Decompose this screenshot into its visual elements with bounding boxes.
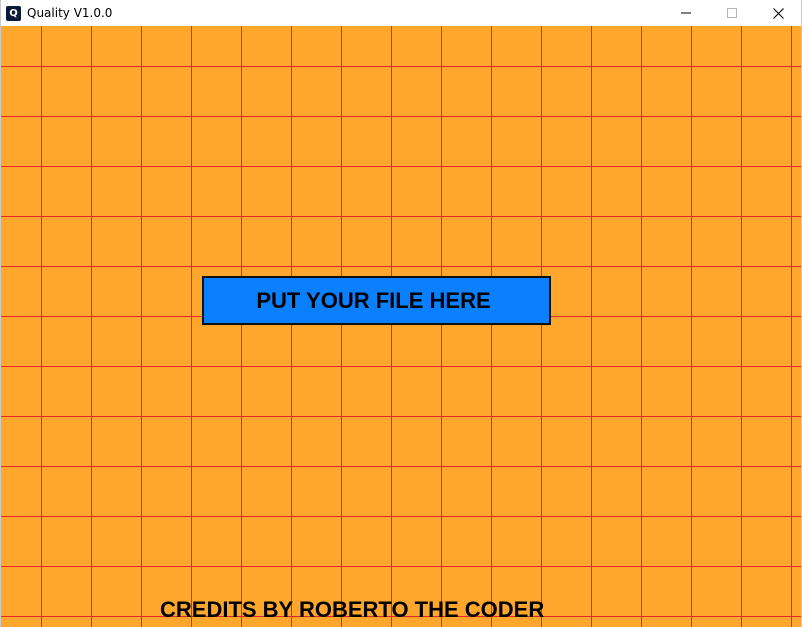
minimize-button[interactable] [663,0,709,26]
title-bar[interactable]: Q Quality V1.0.0 [1,0,801,26]
app-logo-icon: Q [6,5,21,21]
app-window: Q Quality V1.0.0 PUT YOUR FILE HERE CRED… [0,0,802,627]
window-controls [663,0,801,26]
close-button[interactable] [755,0,801,26]
grid-canvas: PUT YOUR FILE HERE CREDITS BY ROBERTO TH… [1,26,801,627]
file-drop-button-label: PUT YOUR FILE HERE [256,287,491,313]
minimize-icon [681,12,691,14]
file-drop-button[interactable]: PUT YOUR FILE HERE [202,276,551,325]
credits-text: CREDITS BY ROBERTO THE CODER [160,597,545,622]
maximize-button[interactable] [709,0,755,26]
maximize-icon [727,8,737,18]
close-icon [772,7,784,19]
window-title: Quality V1.0.0 [27,6,113,20]
